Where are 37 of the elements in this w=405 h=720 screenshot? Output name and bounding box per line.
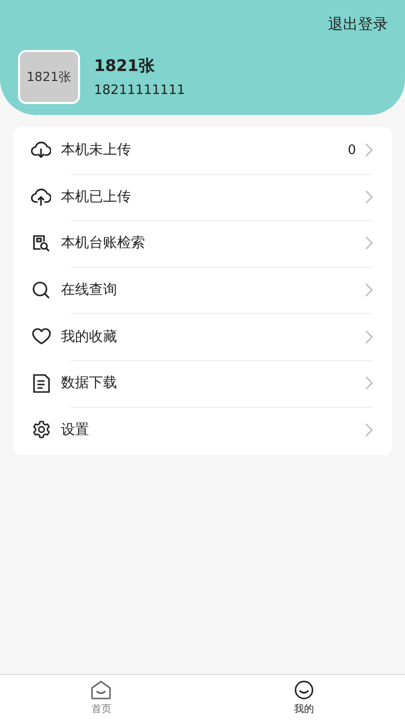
- logout-button[interactable]: 退出登录: [328, 15, 388, 34]
- chevron-icon: [365, 283, 373, 298]
- count: 0: [348, 142, 356, 158]
- document-search-icon: [32, 234, 50, 252]
- chevron-icon: [365, 330, 373, 344]
- avatar: 1821张: [18, 50, 80, 104]
- menu-item[interactable]: 在线查询: [13, 266, 392, 314]
- user-name: 1821张: [94, 56, 156, 77]
- document-icon: [32, 374, 50, 393]
- chevron-icon: [365, 422, 373, 437]
- menu-item[interactable]: 本机已上传: [13, 174, 392, 220]
- menu-item[interactable]: 本机未上传 0: [13, 127, 392, 174]
- menu-label: 本机台账检索: [61, 234, 146, 252]
- menu-label: 在线查询: [61, 281, 118, 300]
- menu-label: 数据下载: [61, 374, 118, 392]
- menu-label: 本机未上传: [61, 141, 132, 160]
- phone-number: 18211111111: [94, 83, 185, 98]
- menu-item[interactable]: 我的收藏: [13, 313, 392, 360]
- home-icon: [90, 680, 112, 700]
- search-icon: [32, 281, 50, 300]
- tab[interactable]: 我的: [202, 675, 405, 720]
- menu-item[interactable]: 本机台账检索: [13, 220, 392, 267]
- chevron-icon: [365, 376, 373, 390]
- chevron-icon: [365, 143, 373, 158]
- menu-item[interactable]: 数据下载: [13, 360, 392, 407]
- settings-icon: [32, 420, 50, 440]
- menu-label: 设置: [61, 420, 90, 439]
- menu-label: 我的收藏: [61, 328, 118, 346]
- menu-label: 本机已上传: [61, 188, 132, 206]
- cloud-upload-icon: [31, 188, 51, 206]
- tab[interactable]: 首页: [0, 675, 202, 720]
- chevron-icon: [365, 190, 373, 204]
- heart-icon: [32, 328, 50, 346]
- smiley-icon: [294, 680, 314, 700]
- chevron-icon: [365, 236, 373, 250]
- cloud-download-icon: [31, 141, 51, 160]
- menu-item[interactable]: 设置: [13, 406, 392, 454]
